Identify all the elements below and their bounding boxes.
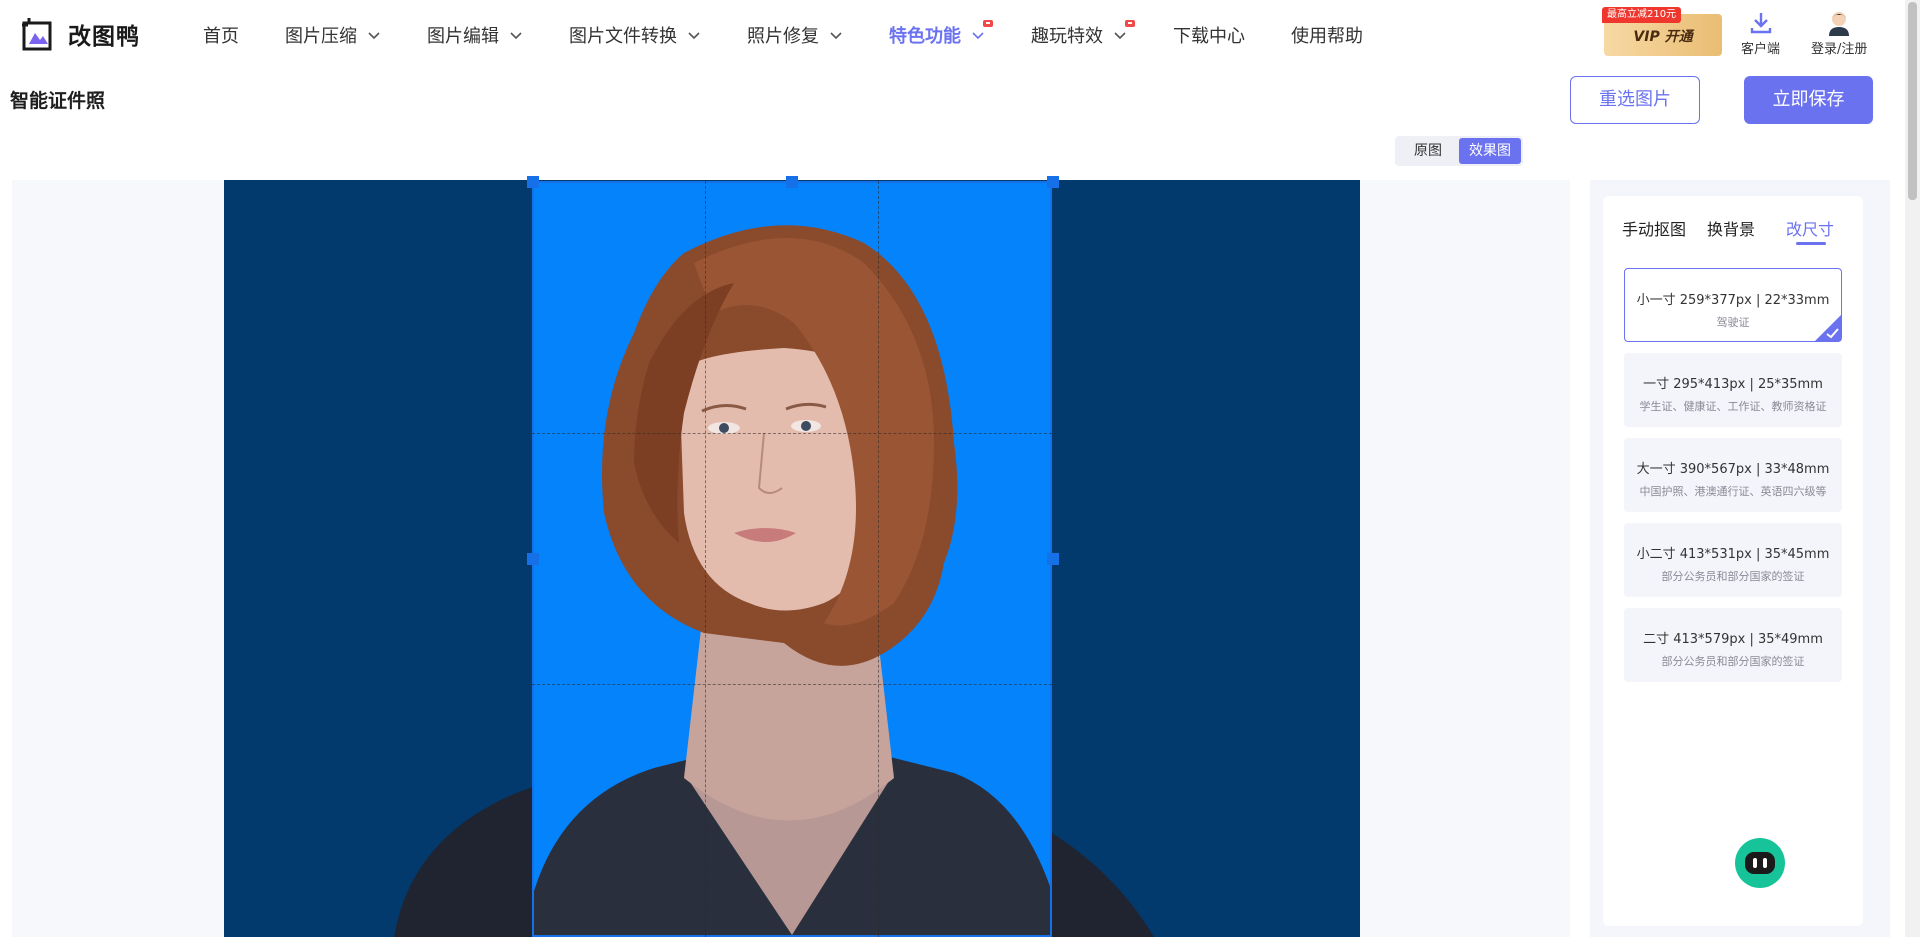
size-option-title: 一寸 295*413px | 25*35mm — [1643, 377, 1823, 392]
crop-handle-top-left[interactable] — [527, 176, 539, 188]
check-icon — [1815, 315, 1841, 341]
nav-item-label: 使用帮助 — [1291, 26, 1363, 47]
view-toggle: 原图 效果图 — [1395, 136, 1523, 166]
download-icon — [1750, 13, 1771, 34]
logo-icon — [20, 16, 56, 52]
save-now-button[interactable]: 立即保存 — [1744, 76, 1873, 124]
crop-grid-line — [532, 433, 1052, 434]
chevron-down-icon — [972, 32, 984, 40]
main-nav: 首页 图片压缩 图片编辑 图片文件转换 照片修复 特色功能 趣玩特效 下载中心 使用帮助 — [203, 18, 1409, 52]
size-option-desc: 中国护照、港澳通行证、英语四六级等 — [1639, 485, 1827, 498]
reselect-image-button[interactable]: 重选图片 — [1570, 76, 1700, 124]
nav-item-1[interactable]: 图片压缩 — [285, 22, 381, 48]
chevron-down-icon — [688, 32, 700, 40]
crop-handle-right[interactable] — [1047, 553, 1059, 565]
size-option-title: 大一寸 390*567px | 33*48mm — [1636, 462, 1830, 477]
chevron-down-icon — [510, 32, 522, 40]
nav-item-0[interactable]: 首页 — [203, 22, 239, 48]
login-button[interactable]: 登录/注册 — [1811, 10, 1867, 57]
scrollbar-thumb[interactable] — [1908, 2, 1917, 200]
crop-handle-left[interactable] — [527, 553, 539, 565]
chevron-down-icon — [368, 32, 380, 40]
tab-manual-cutout[interactable]: 手动抠图 — [1622, 216, 1686, 240]
new-badge-icon — [1125, 20, 1135, 27]
chevron-down-icon — [830, 32, 842, 40]
robot-assistant-button[interactable] — [1735, 838, 1785, 888]
panel-tabs: 手动抠图 换背景 改尺寸 — [1622, 216, 1855, 245]
nav-item-2[interactable]: 图片编辑 — [427, 22, 523, 48]
page-title: 智能证件照 — [10, 90, 106, 112]
crop-grid-line — [705, 181, 706, 937]
nav-item-label: 下载中心 — [1173, 26, 1245, 47]
size-option-desc: 驾驶证 — [1716, 316, 1750, 329]
robot-icon — [1745, 852, 1775, 874]
size-option-1[interactable]: 一寸 295*413px | 25*35mm 学生证、健康证、工作证、教师资格证 — [1624, 353, 1842, 427]
vip-button[interactable]: 最高立减210元 VIP 开通 — [1602, 7, 1722, 56]
logo[interactable]: 改图鸭 — [20, 14, 140, 54]
crop-grid-line — [878, 181, 879, 937]
size-option-desc: 部分公务员和部分国家的签证 — [1661, 655, 1805, 668]
size-option-3[interactable]: 小二寸 413*531px | 35*45mm 部分公务员和部分国家的签证 — [1624, 523, 1842, 597]
size-option-4[interactable]: 二寸 413*579px | 35*49mm 部分公务员和部分国家的签证 — [1624, 608, 1842, 682]
crop-handle-top-right[interactable] — [1047, 176, 1059, 188]
crop-handle-top[interactable] — [786, 176, 798, 188]
size-option-desc: 学生证、健康证、工作证、教师资格证 — [1639, 400, 1827, 413]
tab-resize[interactable]: 改尺寸 — [1786, 216, 1834, 245]
nav-item-6[interactable]: 趣玩特效 — [1031, 20, 1135, 48]
login-label: 登录/注册 — [1811, 42, 1868, 57]
vip-label: VIP 开通 — [1633, 29, 1693, 45]
new-badge-icon — [983, 20, 993, 27]
top-header: 改图鸭 首页 图片压缩 图片编辑 图片文件转换 照片修复 特色功能 趣玩特效 下载中心 使用帮助… — [0, 0, 1920, 70]
size-option-2[interactable]: 大一寸 390*567px | 33*48mm 中国护照、港澳通行证、英语四六级等 — [1624, 438, 1842, 512]
nav-item-label: 图片编辑 — [427, 26, 499, 47]
size-option-title: 小二寸 413*531px | 35*45mm — [1636, 547, 1830, 562]
nav-item-8[interactable]: 使用帮助 — [1291, 22, 1363, 48]
nav-item-label: 趣玩特效 — [1031, 26, 1103, 47]
vip-promo-badge: 最高立减210元 — [1602, 7, 1682, 23]
chevron-down-icon — [1114, 32, 1126, 40]
tab-change-background[interactable]: 换背景 — [1707, 216, 1755, 240]
size-option-desc: 部分公务员和部分国家的签证 — [1661, 570, 1805, 583]
nav-item-7[interactable]: 下载中心 — [1173, 22, 1245, 48]
nav-item-label: 图片文件转换 — [569, 26, 677, 47]
avatar-icon — [1829, 12, 1850, 36]
size-option-0[interactable]: 小一寸 259*377px | 22*33mm 驾驶证 — [1624, 268, 1842, 342]
crop-grid-line — [532, 684, 1052, 685]
client-download-button[interactable]: 客户端 — [1741, 10, 1780, 57]
nav-item-5[interactable]: 特色功能 — [889, 20, 993, 48]
view-original-tab[interactable]: 原图 — [1397, 138, 1459, 164]
client-label: 客户端 — [1741, 42, 1781, 57]
crop-frame[interactable] — [532, 181, 1052, 937]
nav-item-label: 特色功能 — [889, 26, 961, 47]
nav-item-3[interactable]: 图片文件转换 — [569, 22, 701, 48]
nav-item-label: 照片修复 — [747, 26, 819, 47]
size-option-title: 二寸 413*579px | 35*49mm — [1643, 632, 1823, 647]
nav-item-label: 首页 — [203, 26, 239, 47]
nav-item-label: 图片压缩 — [285, 26, 357, 47]
nav-item-4[interactable]: 照片修复 — [747, 22, 843, 48]
portrait-crop-image — [534, 225, 1050, 935]
view-result-tab[interactable]: 效果图 — [1459, 138, 1521, 164]
size-option-title: 小一寸 259*377px | 22*33mm — [1636, 293, 1830, 308]
app-name: 改图鸭 — [68, 24, 140, 50]
